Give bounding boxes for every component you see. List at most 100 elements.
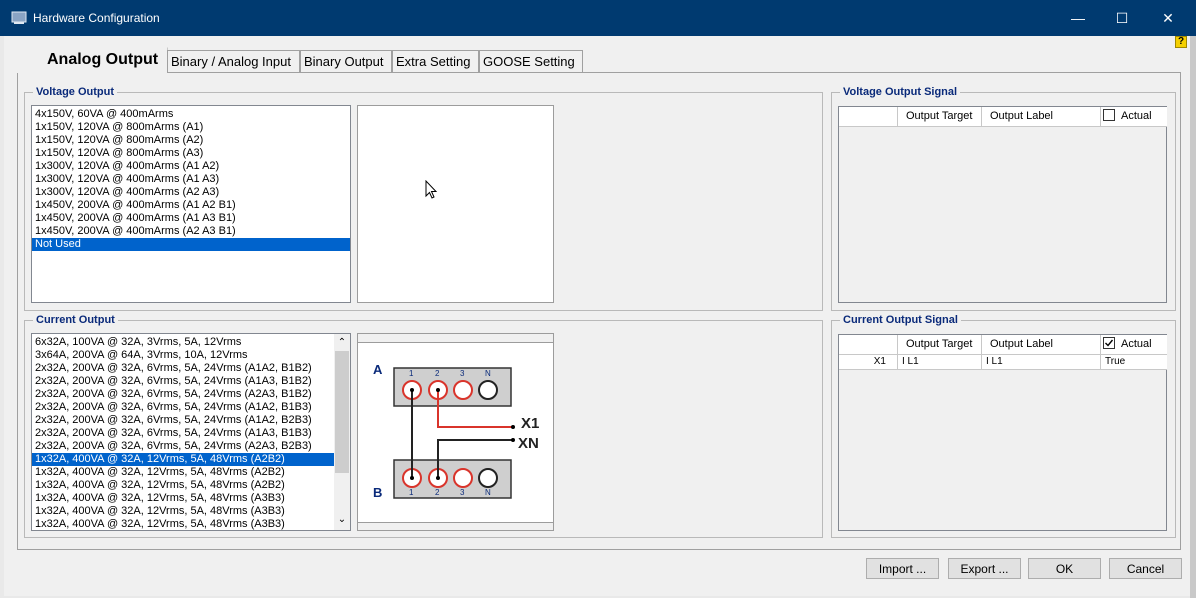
scroll-down-button[interactable]: ⌄ <box>334 513 350 530</box>
voltage-col-output-target[interactable]: Output Target <box>898 107 982 127</box>
current-col-output-target[interactable]: Output Target <box>898 335 982 355</box>
current-output-item[interactable]: 2x32A, 200VA @ 32A, 6Vrms, 5A, 24Vrms (A… <box>32 401 334 414</box>
current-output-item[interactable]: 1x32A, 400VA @ 32A, 12Vrms, 5A, 48Vrms (… <box>32 492 334 505</box>
voltage-output-title: Voltage Output <box>33 86 118 98</box>
current-output-title: Current Output <box>33 314 118 326</box>
voltage-col-output-label[interactable]: Output Label <box>982 107 1101 127</box>
current-output-item[interactable]: 1x32A, 400VA @ 32A, 12Vrms, 5A, 48Vrms (… <box>32 479 334 492</box>
current-output-item[interactable]: 1x32A, 400VA @ 32A, 12Vrms, 5A, 48Vrms (… <box>32 518 334 530</box>
x1-label: X1 <box>521 415 540 432</box>
close-icon: ✕ <box>1162 9 1174 26</box>
import-button[interactable]: Import ... <box>866 558 939 579</box>
current-signal-grid[interactable]: Output Target Output Label Actual X1 I L… <box>838 334 1167 531</box>
voltage-output-item[interactable]: 1x450V, 200VA @ 400mArms (A1 A2 B1) <box>32 199 350 212</box>
voltage-output-item[interactable]: 1x150V, 120VA @ 800mArms (A2) <box>32 134 350 147</box>
scroll-up-button[interactable]: ⌃ <box>334 334 350 351</box>
row-x1-output-target[interactable]: I L1 <box>898 355 982 370</box>
tab-extra-setting[interactable]: Extra Setting <box>392 50 479 72</box>
tab-binary-output[interactable]: Binary Output <box>300 50 392 72</box>
block-b-label: B <box>373 485 383 500</box>
terminal-an <box>478 380 498 400</box>
voltage-wiring-preview <box>357 105 554 303</box>
current-output-item[interactable]: 1x32A, 400VA @ 32A, 12Vrms, 5A, 48Vrms (… <box>32 505 334 518</box>
row-header-x1: X1 <box>839 355 898 370</box>
help-button[interactable]: ? <box>1175 36 1187 48</box>
voltage-output-item[interactable]: 1x300V, 120VA @ 400mArms (A1 A3) <box>32 173 350 186</box>
terminal-b-label-2: 2 <box>435 488 440 497</box>
mouse-cursor-icon <box>425 180 438 199</box>
voltage-output-item[interactable]: Not Used <box>32 238 350 251</box>
app-icon <box>11 11 27 24</box>
current-output-item[interactable]: 2x32A, 200VA @ 32A, 6Vrms, 5A, 24Vrms (A… <box>32 427 334 440</box>
export-button[interactable]: Export ... <box>948 558 1021 579</box>
maximize-button[interactable]: ☐ <box>1100 0 1144 36</box>
chevron-up-icon: ⌃ <box>337 337 347 348</box>
current-wiring-preview: A B 1 2 3 N 1 2 3 N X1 XN <box>357 333 554 531</box>
current-col-actual-label: Actual <box>1121 338 1152 350</box>
voltage-output-item[interactable]: 1x300V, 120VA @ 400mArms (A1 A2) <box>32 160 350 173</box>
terminal-b3 <box>453 468 473 488</box>
help-icon: ? <box>1177 36 1185 47</box>
grid-header-corner <box>839 107 898 127</box>
tab-binary-analog-input[interactable]: Binary / Analog Input <box>167 50 300 72</box>
terminal-b-label-3: 3 <box>460 488 465 497</box>
current-output-scrollbar[interactable]: ⌃ ⌄ <box>334 334 350 530</box>
current-output-item[interactable]: 2x32A, 200VA @ 32A, 6Vrms, 5A, 24Vrms (A… <box>32 440 334 453</box>
current-output-items: 6x32A, 100VA @ 32A, 3Vrms, 5A, 12Vrms 3x6… <box>32 334 334 530</box>
chevron-down-icon: ⌄ <box>337 514 347 525</box>
current-output-item[interactable]: 2x32A, 200VA @ 32A, 6Vrms, 5A, 24Vrms (A… <box>32 362 334 375</box>
title-bar[interactable]: Hardware Configuration — ☐ ✕ <box>0 0 1196 36</box>
current-output-item[interactable]: 2x32A, 200VA @ 32A, 6Vrms, 5A, 24Vrms (A… <box>32 375 334 388</box>
window-title: Hardware Configuration <box>33 11 160 25</box>
voltage-output-item[interactable]: 1x150V, 120VA @ 800mArms (A1) <box>32 121 350 134</box>
minimize-button[interactable]: — <box>1056 0 1100 36</box>
tab-goose-setting[interactable]: GOOSE Setting <box>479 50 583 72</box>
checkmark-icon <box>1105 339 1114 347</box>
voltage-output-list[interactable]: 4x150V, 60VA @ 400mArms 1x150V, 120VA @ 8… <box>31 105 351 303</box>
voltage-output-item[interactable]: 1x150V, 120VA @ 800mArms (A3) <box>32 147 350 160</box>
row-x1-output-label[interactable]: I L1 <box>982 355 1101 370</box>
current-output-item[interactable]: 6x32A, 100VA @ 32A, 3Vrms, 5A, 12Vrms <box>32 336 334 349</box>
terminal-a-label-2: 2 <box>435 369 440 378</box>
voltage-col-actual[interactable]: Actual <box>1101 107 1167 127</box>
voltage-signal-grid[interactable]: Output Target Output Label Actual <box>838 106 1167 303</box>
current-output-item[interactable]: 2x32A, 200VA @ 32A, 6Vrms, 5A, 24Vrms (A… <box>32 388 334 401</box>
row-x1-actual[interactable]: True <box>1101 355 1167 370</box>
cancel-button[interactable]: Cancel <box>1109 558 1182 579</box>
current-col-actual[interactable]: Actual <box>1101 335 1167 355</box>
terminal-bn <box>478 468 498 488</box>
voltage-col-actual-label: Actual <box>1121 110 1152 122</box>
terminal-a-label-3: 3 <box>460 369 465 378</box>
current-output-list[interactable]: 6x32A, 100VA @ 32A, 3Vrms, 5A, 12Vrms 3x6… <box>31 333 351 531</box>
current-output-item[interactable]: 2x32A, 200VA @ 32A, 6Vrms, 5A, 24Vrms (A… <box>32 414 334 427</box>
wiring-diagram <box>393 367 515 499</box>
current-output-item[interactable]: 1x32A, 400VA @ 32A, 12Vrms, 5A, 48Vrms (… <box>32 453 334 466</box>
current-output-item[interactable]: 3x64A, 200VA @ 64A, 3Vrms, 10A, 12Vrms <box>32 349 334 362</box>
terminal-b-label-1: 1 <box>409 488 414 497</box>
voltage-output-item[interactable]: 1x450V, 200VA @ 400mArms (A1 A3 B1) <box>32 212 350 225</box>
current-output-item[interactable]: 1x32A, 400VA @ 32A, 12Vrms, 5A, 48Vrms (… <box>32 466 334 479</box>
voltage-output-item[interactable]: 1x450V, 200VA @ 400mArms (A2 A3 B1) <box>32 225 350 238</box>
voltage-output-items: 4x150V, 60VA @ 400mArms 1x150V, 120VA @ 8… <box>32 106 350 251</box>
terminal-a3 <box>453 380 473 400</box>
close-button[interactable]: ✕ <box>1146 0 1190 36</box>
scroll-thumb[interactable] <box>335 351 349 473</box>
current-col-output-label[interactable]: Output Label <box>982 335 1101 355</box>
grid-header-corner <box>839 335 898 355</box>
tab-analog-output[interactable]: Analog Output <box>17 47 167 73</box>
current-actual-checkbox[interactable] <box>1103 337 1115 349</box>
terminal-a-label-n: N <box>485 369 491 378</box>
terminal-b-label-n: N <box>485 488 491 497</box>
block-a-label: A <box>373 362 383 377</box>
background-window-edge <box>1190 36 1196 598</box>
xn-label: XN <box>518 435 539 452</box>
minimize-icon: — <box>1071 10 1085 26</box>
voltage-actual-checkbox[interactable] <box>1103 109 1115 121</box>
voltage-output-item[interactable]: 1x300V, 120VA @ 400mArms (A2 A3) <box>32 186 350 199</box>
voltage-output-item[interactable]: 4x150V, 60VA @ 400mArms <box>32 108 350 121</box>
ok-button[interactable]: OK <box>1028 558 1101 579</box>
terminal-a-label-1: 1 <box>409 369 414 378</box>
maximize-icon: ☐ <box>1115 9 1129 26</box>
voltage-output-signal-title: Voltage Output Signal <box>840 86 961 98</box>
current-output-signal-title: Current Output Signal <box>840 314 961 326</box>
